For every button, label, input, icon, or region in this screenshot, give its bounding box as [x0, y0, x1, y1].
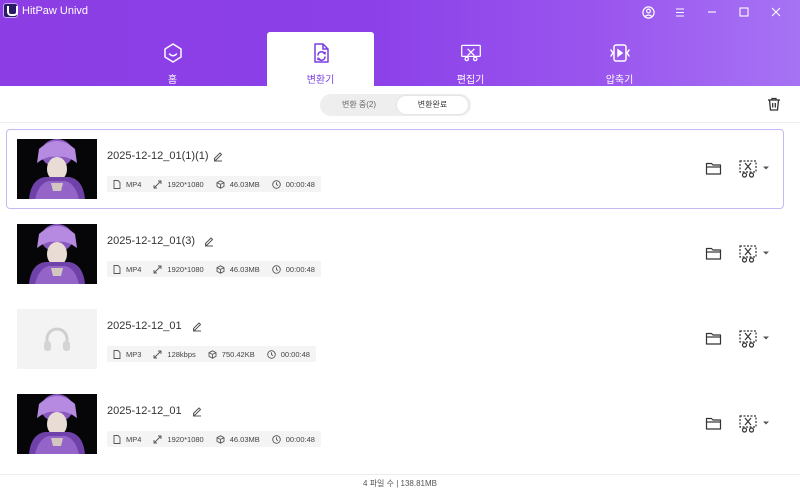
file-name: 2025-12-12_01(3): [107, 235, 196, 247]
video-thumbnail: [17, 224, 97, 284]
file-row[interactable]: 2025-12-12_01 MP4 1920*1080 46.03MB 00:0…: [6, 384, 784, 464]
clock-icon: [272, 179, 281, 189]
main-tabs: 홈 변환기 편집기 압축기: [0, 32, 800, 86]
converting-toggle[interactable]: 변환 중(2): [323, 96, 395, 114]
chevron-down-icon[interactable]: [762, 419, 770, 427]
duration-info: 00:00:48: [272, 265, 315, 274]
file-name: 2025-12-12_01(1)(1): [107, 150, 209, 162]
box-icon: [208, 349, 217, 359]
bitrate-info: 128kbps: [153, 350, 196, 359]
editor-icon: [460, 44, 481, 62]
app-header: HitPaw Univd 홈 변환기 편집기 압축기: [0, 0, 800, 86]
format-info: MP4: [113, 265, 141, 274]
format-info: MP3: [113, 350, 141, 359]
file-icon: [113, 349, 121, 359]
chevron-down-icon[interactable]: [762, 334, 770, 342]
size-info: 750.42KB: [208, 350, 255, 359]
hamburger-menu-icon: [676, 8, 684, 16]
edit-name-icon[interactable]: [203, 235, 215, 247]
resolution-info: 1920*1080: [153, 265, 204, 274]
edit-video-icon[interactable]: [737, 243, 759, 265]
file-row[interactable]: 2025-12-12_01(1)(1) MP4 1920*1080 46.03M…: [6, 129, 784, 209]
tab-converter-label: 변환기: [306, 75, 335, 86]
account-button[interactable]: [639, 3, 657, 21]
tab-home-label: 홈: [167, 75, 178, 86]
edit-video-icon[interactable]: [737, 328, 759, 350]
box-icon: [216, 179, 225, 189]
resolution-info: 1920*1080: [153, 435, 204, 444]
edit-video-icon[interactable]: [737, 413, 759, 435]
file-name: 2025-12-12_01: [107, 405, 182, 417]
video-thumbnail: [17, 139, 97, 199]
title-bar: HitPaw Univd: [0, 0, 800, 24]
file-icon: [113, 264, 121, 274]
duration-info: 00:00:48: [272, 180, 315, 189]
resize-icon: [153, 350, 162, 358]
home-smile-icon: [163, 43, 182, 63]
edit-name-icon[interactable]: [212, 150, 224, 162]
duration-info: 00:00:48: [266, 349, 310, 359]
edit-name-icon[interactable]: [191, 320, 203, 332]
tab-editor-label: 편집기: [456, 75, 485, 86]
video-thumbnail: [17, 394, 97, 454]
box-icon: [216, 434, 225, 444]
open-folder-icon[interactable]: [705, 415, 722, 432]
file-icon: [113, 179, 121, 189]
tab-compressor-label: 압축기: [605, 75, 634, 86]
clock-icon: [266, 349, 276, 359]
format-info: MP4: [113, 180, 141, 189]
resize-icon: [153, 180, 162, 188]
minimize-button[interactable]: [703, 3, 721, 21]
file-list: 2025-12-12_01(1)(1) MP4 1920*1080 46.03M…: [0, 124, 800, 472]
status-segmented-control: 변환 중(2) 변환완료: [320, 94, 471, 116]
chevron-down-icon[interactable]: [762, 249, 770, 257]
file-meta: MP4 1920*1080 46.03MB 00:00:48: [107, 431, 321, 447]
open-folder-icon[interactable]: [705, 330, 722, 347]
file-meta: MP3 128kbps 750.42KB 00:00:48: [107, 346, 316, 362]
trash-icon[interactable]: [766, 96, 782, 112]
resize-icon: [153, 435, 162, 443]
audio-thumbnail: [17, 309, 97, 369]
tab-converter[interactable]: 변환기: [267, 32, 374, 86]
app-logo-icon: [3, 3, 18, 18]
file-row[interactable]: 2025-12-12_01 MP3 128kbps 750.42KB 00:00…: [6, 299, 784, 379]
file-name: 2025-12-12_01: [107, 320, 182, 332]
open-folder-icon[interactable]: [705, 160, 722, 177]
completed-toggle[interactable]: 변환완료: [397, 96, 468, 114]
tab-compressor[interactable]: 압축기: [566, 32, 673, 86]
resolution-info: 1920*1080: [153, 180, 204, 189]
headphones-icon: [17, 309, 97, 369]
file-row[interactable]: 2025-12-12_01(3) MP4 1920*1080 46.03MB 0…: [6, 214, 784, 294]
edit-video-icon[interactable]: [737, 158, 759, 180]
resize-icon: [153, 265, 162, 273]
status-footer: 4 파일 수 | 138.81MB: [0, 474, 800, 491]
file-meta: MP4 1920*1080 46.03MB 00:00:48: [107, 176, 321, 192]
tab-editor[interactable]: 편집기: [417, 32, 524, 86]
minimize-icon: [708, 11, 716, 13]
compressor-icon: [609, 44, 630, 62]
tab-home[interactable]: 홈: [119, 32, 226, 86]
open-folder-icon[interactable]: [705, 245, 722, 262]
clock-icon: [272, 434, 281, 444]
status-filter-bar: 변환 중(2) 변환완료: [0, 86, 800, 123]
maximize-icon: [739, 7, 749, 17]
chevron-down-icon[interactable]: [762, 164, 770, 172]
size-info: 46.03MB: [216, 435, 260, 444]
convert-icon: [313, 43, 329, 63]
duration-info: 00:00:48: [272, 435, 315, 444]
size-info: 46.03MB: [216, 180, 260, 189]
format-info: MP4: [113, 435, 141, 444]
close-button[interactable]: [767, 3, 785, 21]
file-meta: MP4 1920*1080 46.03MB 00:00:48: [107, 261, 321, 277]
file-icon: [113, 434, 121, 444]
user-circle-icon: [641, 5, 655, 19]
menu-button[interactable]: [671, 3, 689, 21]
edit-name-icon[interactable]: [191, 405, 203, 417]
clock-icon: [272, 264, 281, 274]
maximize-button[interactable]: [735, 3, 753, 21]
box-icon: [216, 264, 225, 274]
app-title: HitPaw Univd: [22, 5, 89, 17]
size-info: 46.03MB: [216, 265, 260, 274]
close-icon: [771, 7, 781, 17]
